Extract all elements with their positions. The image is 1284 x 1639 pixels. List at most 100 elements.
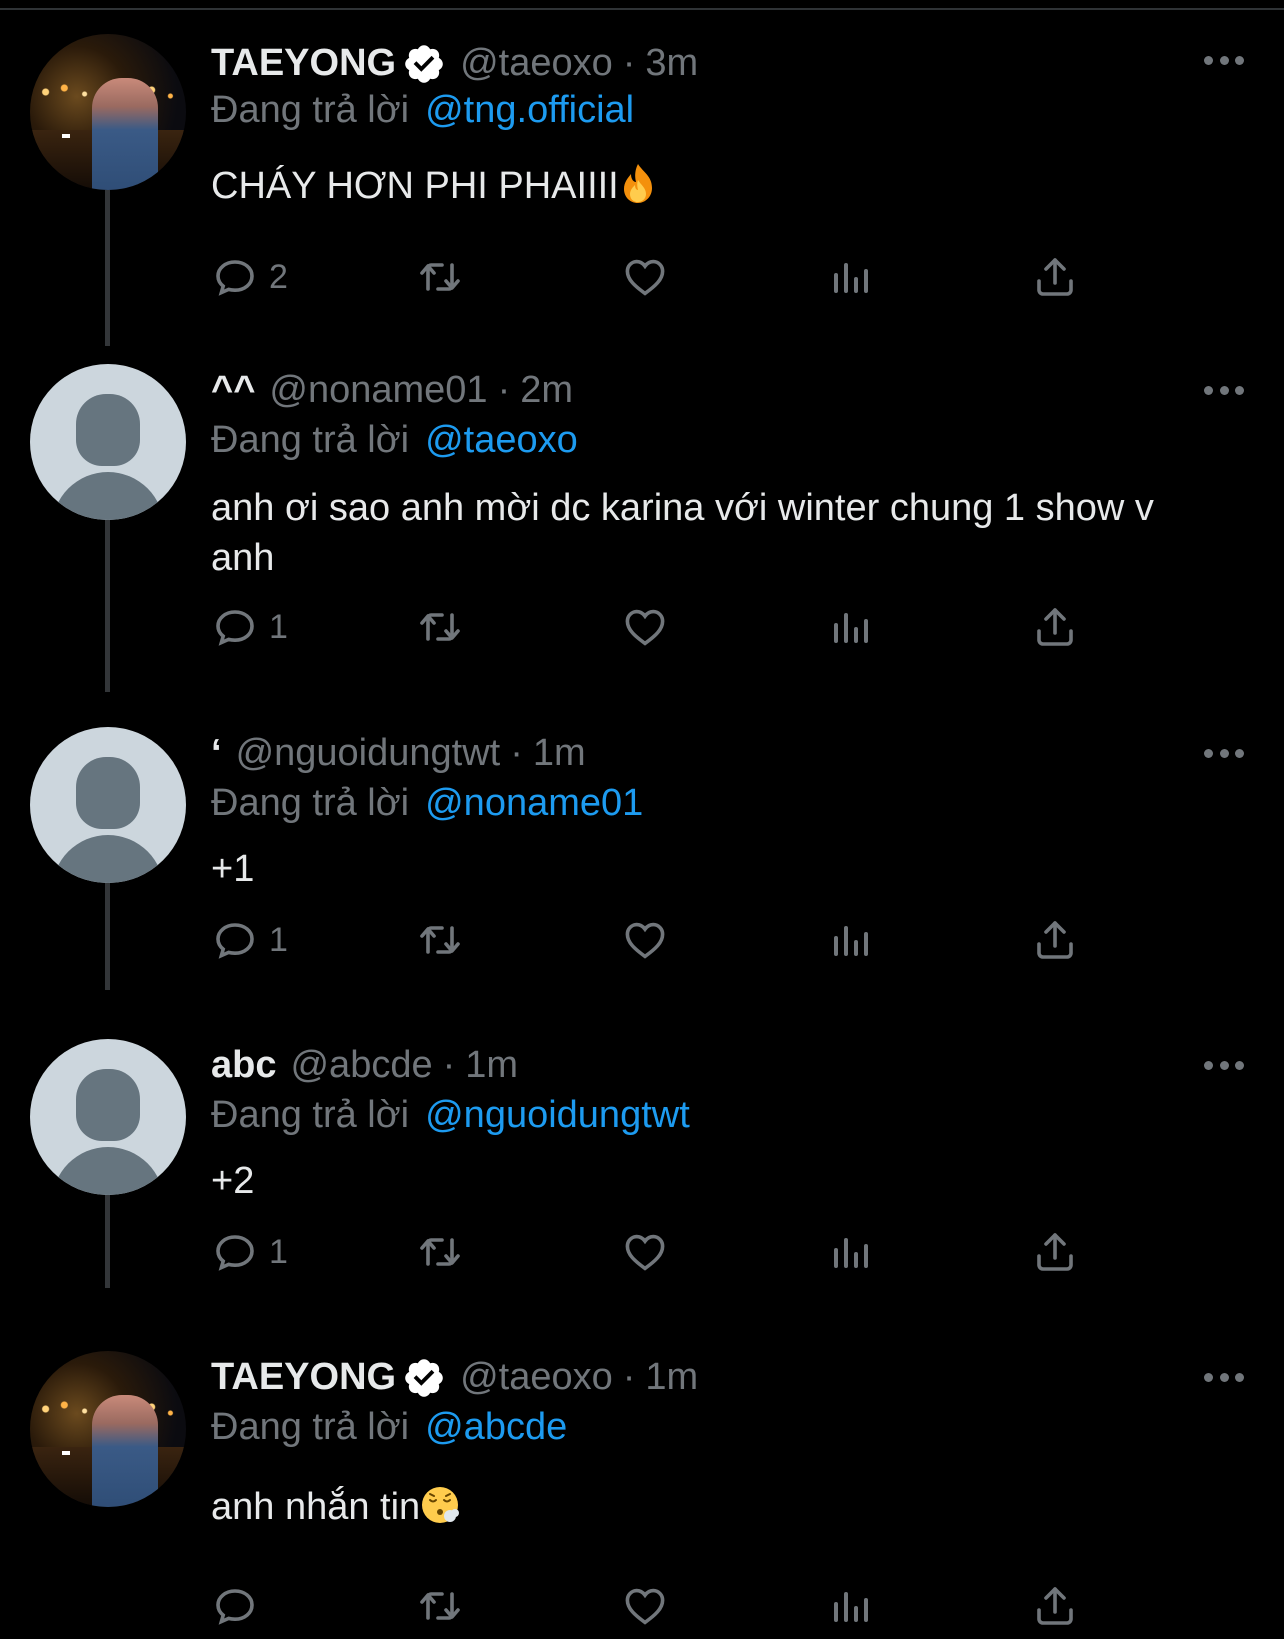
views-button[interactable] — [826, 602, 874, 652]
retweet-icon — [420, 1592, 460, 1620]
display-name[interactable]: abc — [211, 1044, 276, 1087]
tweet-text: +1 — [211, 848, 255, 890]
tweet-actions: 1 — [211, 602, 1111, 652]
replying-to: Đang trả lời @tng.official — [211, 86, 1211, 134]
handle[interactable]: @taeoxo — [460, 1356, 613, 1399]
share-button[interactable] — [1031, 1581, 1079, 1631]
reply-button[interactable]: 1 — [211, 915, 288, 965]
reply-bubble-icon — [216, 1589, 254, 1625]
tweet-actions: 2 — [211, 252, 1111, 302]
replying-to: Đang trả lời @nguoidungtwt — [211, 1091, 1211, 1139]
share-icon — [1037, 921, 1073, 959]
retweet-icon — [420, 1238, 460, 1266]
timestamp[interactable]: 1m — [645, 1356, 698, 1399]
views-chart-icon — [834, 926, 868, 956]
timestamp[interactable]: 1m — [465, 1044, 518, 1087]
replying-to-label: Đang trả lời — [211, 1093, 410, 1136]
heart-icon — [625, 259, 665, 296]
display-name[interactable]: ^^ — [211, 369, 255, 412]
handle[interactable]: @abcde — [290, 1044, 432, 1087]
tweet[interactable]: TAEYONG @taeoxo · 1m Đang trả lời @abcde… — [0, 1351, 1284, 1639]
views-button[interactable] — [826, 1227, 874, 1277]
tweet-header: TAEYONG @taeoxo · 1m — [211, 1351, 1211, 1403]
handle[interactable]: @nguoidungtwt — [236, 732, 501, 775]
views-chart-icon — [834, 1592, 868, 1622]
like-button[interactable] — [621, 252, 669, 302]
replying-to: Đang trả lời @abcde — [211, 1403, 1211, 1451]
tweet-actions: 1 — [211, 915, 1111, 965]
avatar-link[interactable] — [30, 34, 186, 190]
reply-bubble-icon — [216, 1235, 254, 1271]
fire-emoji — [619, 162, 657, 217]
reply-button[interactable]: 1 — [211, 602, 288, 652]
retweet-button[interactable] — [416, 1227, 464, 1277]
avatar-link[interactable] — [30, 1039, 186, 1195]
avatar — [30, 364, 186, 520]
timestamp[interactable]: 1m — [533, 732, 586, 775]
avatar-link[interactable] — [30, 727, 186, 883]
like-button[interactable] — [621, 602, 669, 652]
tweet-content: TAEYONG @taeoxo · 1m Đang trả lời @abcde… — [211, 1351, 1211, 1538]
like-button[interactable] — [621, 915, 669, 965]
share-button[interactable] — [1031, 1227, 1079, 1277]
handle[interactable]: @taeoxo — [460, 42, 613, 85]
like-button[interactable] — [621, 1227, 669, 1277]
reply-button[interactable]: 2 — [211, 252, 288, 302]
tweet[interactable]: ‘ @nguoidungtwt · 1m Đang trả lời @nonam… — [0, 727, 1284, 987]
reply-count: 1 — [269, 607, 288, 646]
tweet[interactable]: TAEYONG @taeoxo · 3m Đang trả lời @tng.o… — [0, 34, 1284, 334]
retweet-icon — [420, 926, 460, 954]
avatar-link[interactable] — [30, 1351, 186, 1507]
handle[interactable]: @noname01 — [269, 369, 487, 412]
reply-bubble-icon — [216, 923, 254, 959]
replying-to-label: Đang trả lời — [211, 418, 410, 461]
display-name[interactable]: ‘ — [211, 732, 222, 775]
replying-to-handle[interactable]: @tng.official — [425, 89, 634, 132]
heart-icon — [625, 609, 665, 646]
verified-badge-icon — [402, 42, 446, 86]
like-button[interactable] — [621, 1581, 669, 1631]
tweet-header: abc @abcde · 1m — [211, 1039, 1211, 1091]
views-chart-icon — [834, 1238, 868, 1268]
timestamp[interactable]: 2m — [520, 369, 573, 412]
retweet-button[interactable] — [416, 1581, 464, 1631]
views-button[interactable] — [826, 1581, 874, 1631]
retweet-button[interactable] — [416, 915, 464, 965]
tweet-text-content: CHÁY HƠN PHI PHAIIII — [211, 165, 619, 207]
views-chart-icon — [834, 613, 868, 643]
reply-bubble-icon — [216, 260, 254, 296]
avatar-link[interactable] — [30, 364, 186, 520]
replying-to: Đang trả lời @noname01 — [211, 779, 1211, 827]
display-name[interactable]: TAEYONG — [211, 1356, 396, 1399]
replying-to-handle[interactable]: @noname01 — [425, 782, 643, 825]
timestamp[interactable]: 3m — [645, 42, 698, 85]
retweet-icon — [420, 613, 460, 641]
reply-count: 2 — [269, 257, 288, 296]
replying-to-handle[interactable]: @abcde — [425, 1406, 567, 1449]
share-button[interactable] — [1031, 252, 1079, 302]
share-button[interactable] — [1031, 915, 1079, 965]
reply-button[interactable]: 1 — [211, 1227, 288, 1277]
share-button[interactable] — [1031, 602, 1079, 652]
replying-to-handle[interactable]: @taeoxo — [425, 419, 578, 462]
avatar — [30, 34, 186, 190]
views-button[interactable] — [826, 252, 874, 302]
replying-to-label: Đang trả lời — [211, 1405, 410, 1448]
retweet-button[interactable] — [416, 602, 464, 652]
heart-icon — [625, 1588, 665, 1625]
reply-count: 1 — [269, 1232, 288, 1271]
share-icon — [1037, 1587, 1073, 1625]
replying-to-label: Đang trả lời — [211, 781, 410, 824]
tweet-content: ^^ @noname01 · 2m Đang trả lời @taeoxo a… — [211, 364, 1211, 583]
replying-to-handle[interactable]: @nguoidungtwt — [425, 1094, 690, 1137]
tweet-header: ‘ @nguoidungtwt · 1m — [211, 727, 1211, 779]
retweet-button[interactable] — [416, 252, 464, 302]
reply-button[interactable] — [211, 1581, 269, 1631]
share-icon — [1037, 1233, 1073, 1271]
tweet[interactable]: ^^ @noname01 · 2m Đang trả lời @taeoxo a… — [0, 364, 1284, 684]
separator-dot: · — [622, 41, 636, 84]
tweet-actions: 1 — [211, 1227, 1111, 1277]
display-name[interactable]: TAEYONG — [211, 42, 396, 85]
views-button[interactable] — [826, 915, 874, 965]
tweet[interactable]: abc @abcde · 1m Đang trả lời @nguoidungt… — [0, 1039, 1284, 1299]
